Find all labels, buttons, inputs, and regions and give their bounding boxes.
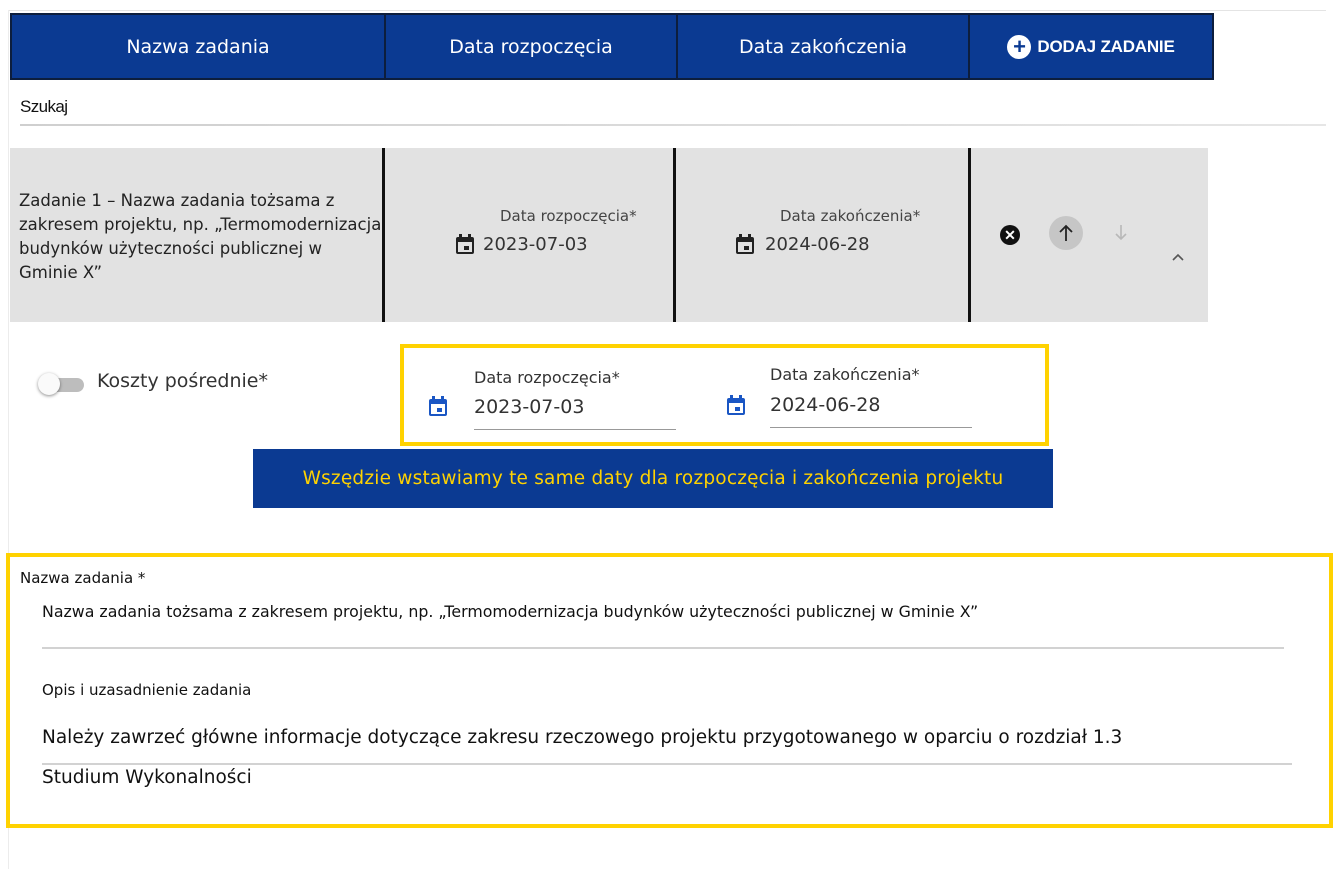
task-description-label: Opis i uzasadnienie zadania [42, 681, 252, 699]
plus-circle-icon: + [1007, 34, 1032, 59]
indirect-start-date-value: 2023-07-03 [474, 396, 585, 418]
indirect-end-date-label: Data zakończenia* [770, 365, 920, 384]
task-end-date-label: Data zakończenia* [780, 207, 921, 225]
indirect-start-date-label: Data rozpoczęcia* [474, 368, 620, 387]
task-description-underline [42, 763, 1292, 765]
page-top-border [8, 10, 1326, 11]
add-task-button[interactable]: + DODAJ ZADANIE [970, 15, 1212, 78]
task-name-underline [42, 647, 1284, 649]
toggle-thumb [38, 373, 60, 395]
arrow-up-icon [1059, 224, 1073, 241]
move-up-button[interactable] [1049, 216, 1083, 250]
calendar-icon [727, 395, 745, 415]
remove-icon[interactable]: ✕ [1000, 225, 1020, 245]
indirect-end-date-field[interactable]: Data zakończenia* 2024-06-28 [714, 348, 1014, 442]
column-header-start-date: Data rozpoczęcia [386, 15, 678, 78]
indirect-start-date-field[interactable]: Data rozpoczęcia* 2023-07-03 [404, 348, 704, 442]
task-end-date-value: 2024-06-28 [765, 234, 870, 255]
indirect-end-date-value: 2024-06-28 [770, 394, 881, 416]
task-end-date-field[interactable]: Data zakończenia* 2024-06-28 [676, 148, 971, 322]
task-name-field[interactable]: Nazwa zadania tożsama z zakresem projekt… [42, 602, 978, 621]
task-start-date-value: 2023-07-03 [483, 234, 588, 255]
task-start-date-field[interactable]: Data rozpoczęcia* 2023-07-03 [385, 148, 676, 322]
end-date-underline [770, 427, 972, 428]
task-row: Zadanie 1 – Nazwa zadania tożsama z zakr… [10, 148, 1208, 322]
task-description-field-line1[interactable]: Należy zawrzeć główne informacje dotyczą… [42, 727, 1122, 748]
collapse-button[interactable] [1168, 247, 1188, 267]
task-table-header: Nazwa zadania Data rozpoczęcia Data zako… [10, 13, 1214, 80]
calendar-icon [736, 234, 754, 254]
column-header-end-date: Data zakończenia [678, 15, 970, 78]
search-input[interactable] [20, 124, 1326, 126]
task-title: Zadanie 1 – Nazwa zadania tożsama z zakr… [10, 148, 385, 322]
column-header-name: Nazwa zadania [12, 15, 386, 78]
start-date-underline [474, 429, 676, 430]
add-task-label: DODAJ ZADANIE [1037, 36, 1175, 56]
calendar-icon [429, 396, 447, 416]
task-name-label: Nazwa zadania * [20, 569, 146, 587]
search-label: Szukaj [20, 97, 68, 116]
indirect-costs-label: Koszty pośrednie* [97, 370, 268, 392]
indirect-costs-dates-highlight: Data rozpoczęcia* 2023-07-03 Data zakońc… [400, 344, 1049, 446]
indirect-costs-toggle[interactable] [38, 373, 88, 395]
task-actions: ✕ [971, 148, 1208, 322]
task-description-field-line2[interactable]: Studium Wykonalności [42, 767, 252, 788]
chevron-up-icon [1172, 253, 1184, 261]
same-dates-note-banner: Wszędzie wstawiamy te same daty dla rozp… [253, 449, 1053, 508]
calendar-icon [456, 234, 474, 254]
move-down-button[interactable] [1109, 220, 1133, 244]
arrow-down-icon [1115, 225, 1127, 240]
task-start-date-label: Data rozpoczęcia* [500, 207, 637, 225]
